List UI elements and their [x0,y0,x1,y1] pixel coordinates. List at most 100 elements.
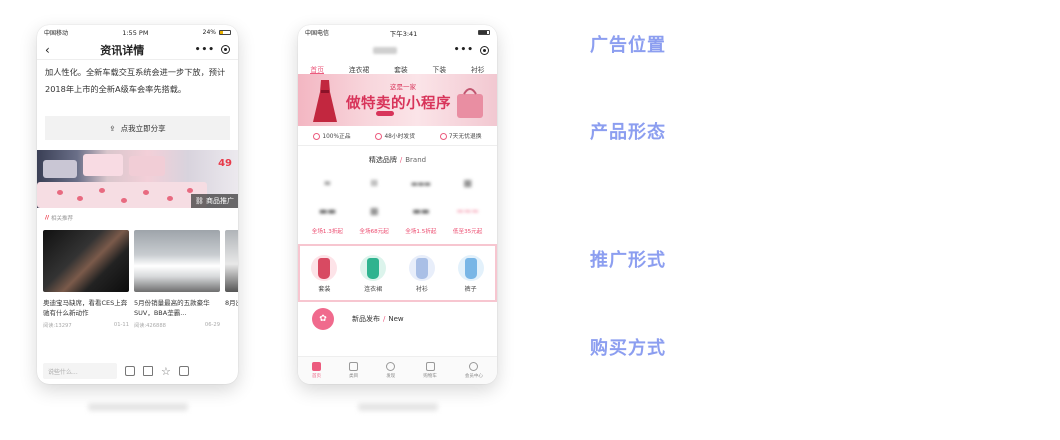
card-date: 06-29 [204,322,220,328]
compass-icon [386,362,396,371]
related-title: 相关推荐 [51,216,74,222]
card-views: 阅读:426888 [134,323,166,329]
page-title: 资讯详情 [100,43,145,57]
related-header: // 相关推荐 [37,208,238,222]
time-text: 下午3:41 [389,29,418,38]
list-item[interactable]: 奥迪宝马缺席，看看CES上奔驰有什么新动作 阅读:13297 01-11 [43,230,129,329]
tab-bottoms[interactable]: 下装 [433,64,447,74]
label-ad-position: 广告位置 [590,35,666,56]
list-item[interactable]: 5月份销量最高的五款豪华SUV，BBA垄霸... 阅读:426888 06-29 [134,230,220,329]
brand-tile[interactable]: ▬▬ 全场1.3折起 [304,201,351,235]
car-interior-image [43,230,129,292]
home-icon [312,362,322,371]
share-label: 点我立即分享 [120,123,166,133]
battery-icon [219,30,231,35]
new-title-cn: 新品发布 [352,315,380,323]
card-meta: 阅读:426888 06-29 [134,322,220,329]
comment-bar: 说些什么... ☆ [37,358,238,384]
brand-tile[interactable]: ▬▬▬ [398,173,445,195]
article-body: 加人性化。全新车载交互系统会进一步下放，预计2018年上市的全新A级车会率先搭载… [45,67,226,94]
tabbar-member[interactable]: 会员中心 [465,362,483,379]
brand-tile[interactable]: ≈ [304,173,351,195]
brand-tile[interactable]: ⁞⁞ [351,173,398,195]
bottom-tabbar: 首页 类目 发现 购物车 会员中心 [298,356,497,384]
battery-text: 24% [202,29,216,36]
brand-discount: 全场1.5折起 [405,229,437,235]
category-dress[interactable]: 连衣裙 [360,255,387,293]
close-target-icon[interactable] [479,45,489,55]
brand-grid: ≈ ⁞⁞ ▬▬▬ ▦ ▬▬ 全场1.3折起 ▦ 全场68元起 ▬▬ 全场1.5折起 ~… [298,165,497,235]
card-title: 8月出... [225,299,238,307]
card-date: 01-11 [113,322,129,328]
share-button[interactable]: ⇪ 点我立即分享 [45,116,230,140]
new-title-en: New [388,315,404,323]
product-ad-banner[interactable]: 49 ⛓ 商品推广 [37,150,238,208]
label-product-form: 产品形态 [590,122,666,143]
brand-tile[interactable]: ▦ [444,173,491,195]
banner-subtitle: 这是一家 [390,83,416,91]
benefit-item: 48小时发货 [375,131,415,140]
tabbar-discover[interactable]: 发现 [386,362,396,379]
sale-banner[interactable]: 这是一家 做特卖的小程序 [298,74,497,126]
brand-title-en: Brand [405,156,427,164]
like-icon[interactable] [143,366,153,376]
category-pants[interactable]: 裤子 [457,255,484,293]
capsule-menu[interactable]: ••• [454,45,489,55]
more-icon[interactable]: ••• [454,45,474,55]
pants-icon [464,258,477,279]
banner-price: 49 [218,158,232,169]
brand-logo: ~~~ [456,207,479,217]
banner-title: 做特卖的小程序 [346,96,451,112]
share-out-icon[interactable] [178,366,189,376]
shirt-icon [415,258,428,279]
carrier-text: 中国移动 [44,30,69,37]
comment-input[interactable]: 说些什么... [43,363,117,379]
brand-logo: ▬▬ [412,207,430,217]
more-icon[interactable]: ••• [195,45,215,55]
brand-tile[interactable]: ▦ 全场68元起 [351,201,398,235]
brand-logo: ▬▬▬ [410,180,431,188]
brand-logo: ⁞⁞ [370,179,378,189]
tab-dress[interactable]: 连衣裙 [349,64,369,74]
brand-tile[interactable]: ▬▬ 全场1.5折起 [398,201,445,235]
star-icon[interactable]: ☆ [161,365,171,378]
promo-tag: ⛓ 商品推广 [190,194,238,208]
status-bar: 中国电信 下午3:41 [298,25,497,40]
category-shortcuts: 套装 连衣裙 衬衫 裤子 [298,244,497,302]
status-right: 24% [203,29,231,36]
tab-shirt[interactable]: 衬衫 [471,64,485,74]
car-image [225,230,238,292]
promo-tag-label: 商品推广 [206,197,234,205]
comment-icon[interactable] [125,366,135,376]
category-icon [349,362,359,371]
bag-illustration [457,88,483,118]
back-icon[interactable]: ‹ [45,43,50,57]
tabbar-category[interactable]: 类目 [349,362,359,379]
tabbar-cart[interactable]: 购物车 [423,362,437,379]
blurred-caption [358,403,438,411]
category-shirt[interactable]: 衬衫 [408,255,435,293]
share-icon: ⇪ [109,123,116,133]
close-target-icon[interactable] [220,45,230,54]
list-item[interactable]: 8月出... [225,230,238,329]
category-suit[interactable]: 套装 [311,255,338,293]
tab-home[interactable]: 首页 [310,64,325,74]
banner-pill [376,111,394,116]
brand-discount: 低至35元起 [452,229,483,235]
article-phone-mockup: 中国移动 1:55 PM 24% ‹ 资讯详情 ••• 加人性化。全新车载交互系… [37,25,238,384]
benefit-item: 100%正品 [313,131,351,140]
new-product-icon[interactable]: ✿ [312,308,334,330]
tabbar-home[interactable]: 首页 [312,362,322,379]
brand-tile[interactable]: ~~~ 低至35元起 [444,201,491,235]
related-mark-icon: // [45,215,50,221]
link-icon: ⛓ [194,197,204,205]
tab-suit[interactable]: 套装 [394,64,408,74]
brand-logo: ▦ [369,207,379,217]
brand-logo: ≈ [323,179,332,189]
nav-bar: ‹ 资讯详情 ••• [37,40,238,60]
capsule-menu[interactable]: ••• [195,45,230,55]
card-views: 阅读:13297 [43,323,72,329]
user-icon [469,362,479,371]
nav-bar: ••• [298,40,497,60]
related-cards: 奥迪宝马缺席，看看CES上奔驰有什么新动作 阅读:13297 01-11 5月份… [37,222,238,329]
